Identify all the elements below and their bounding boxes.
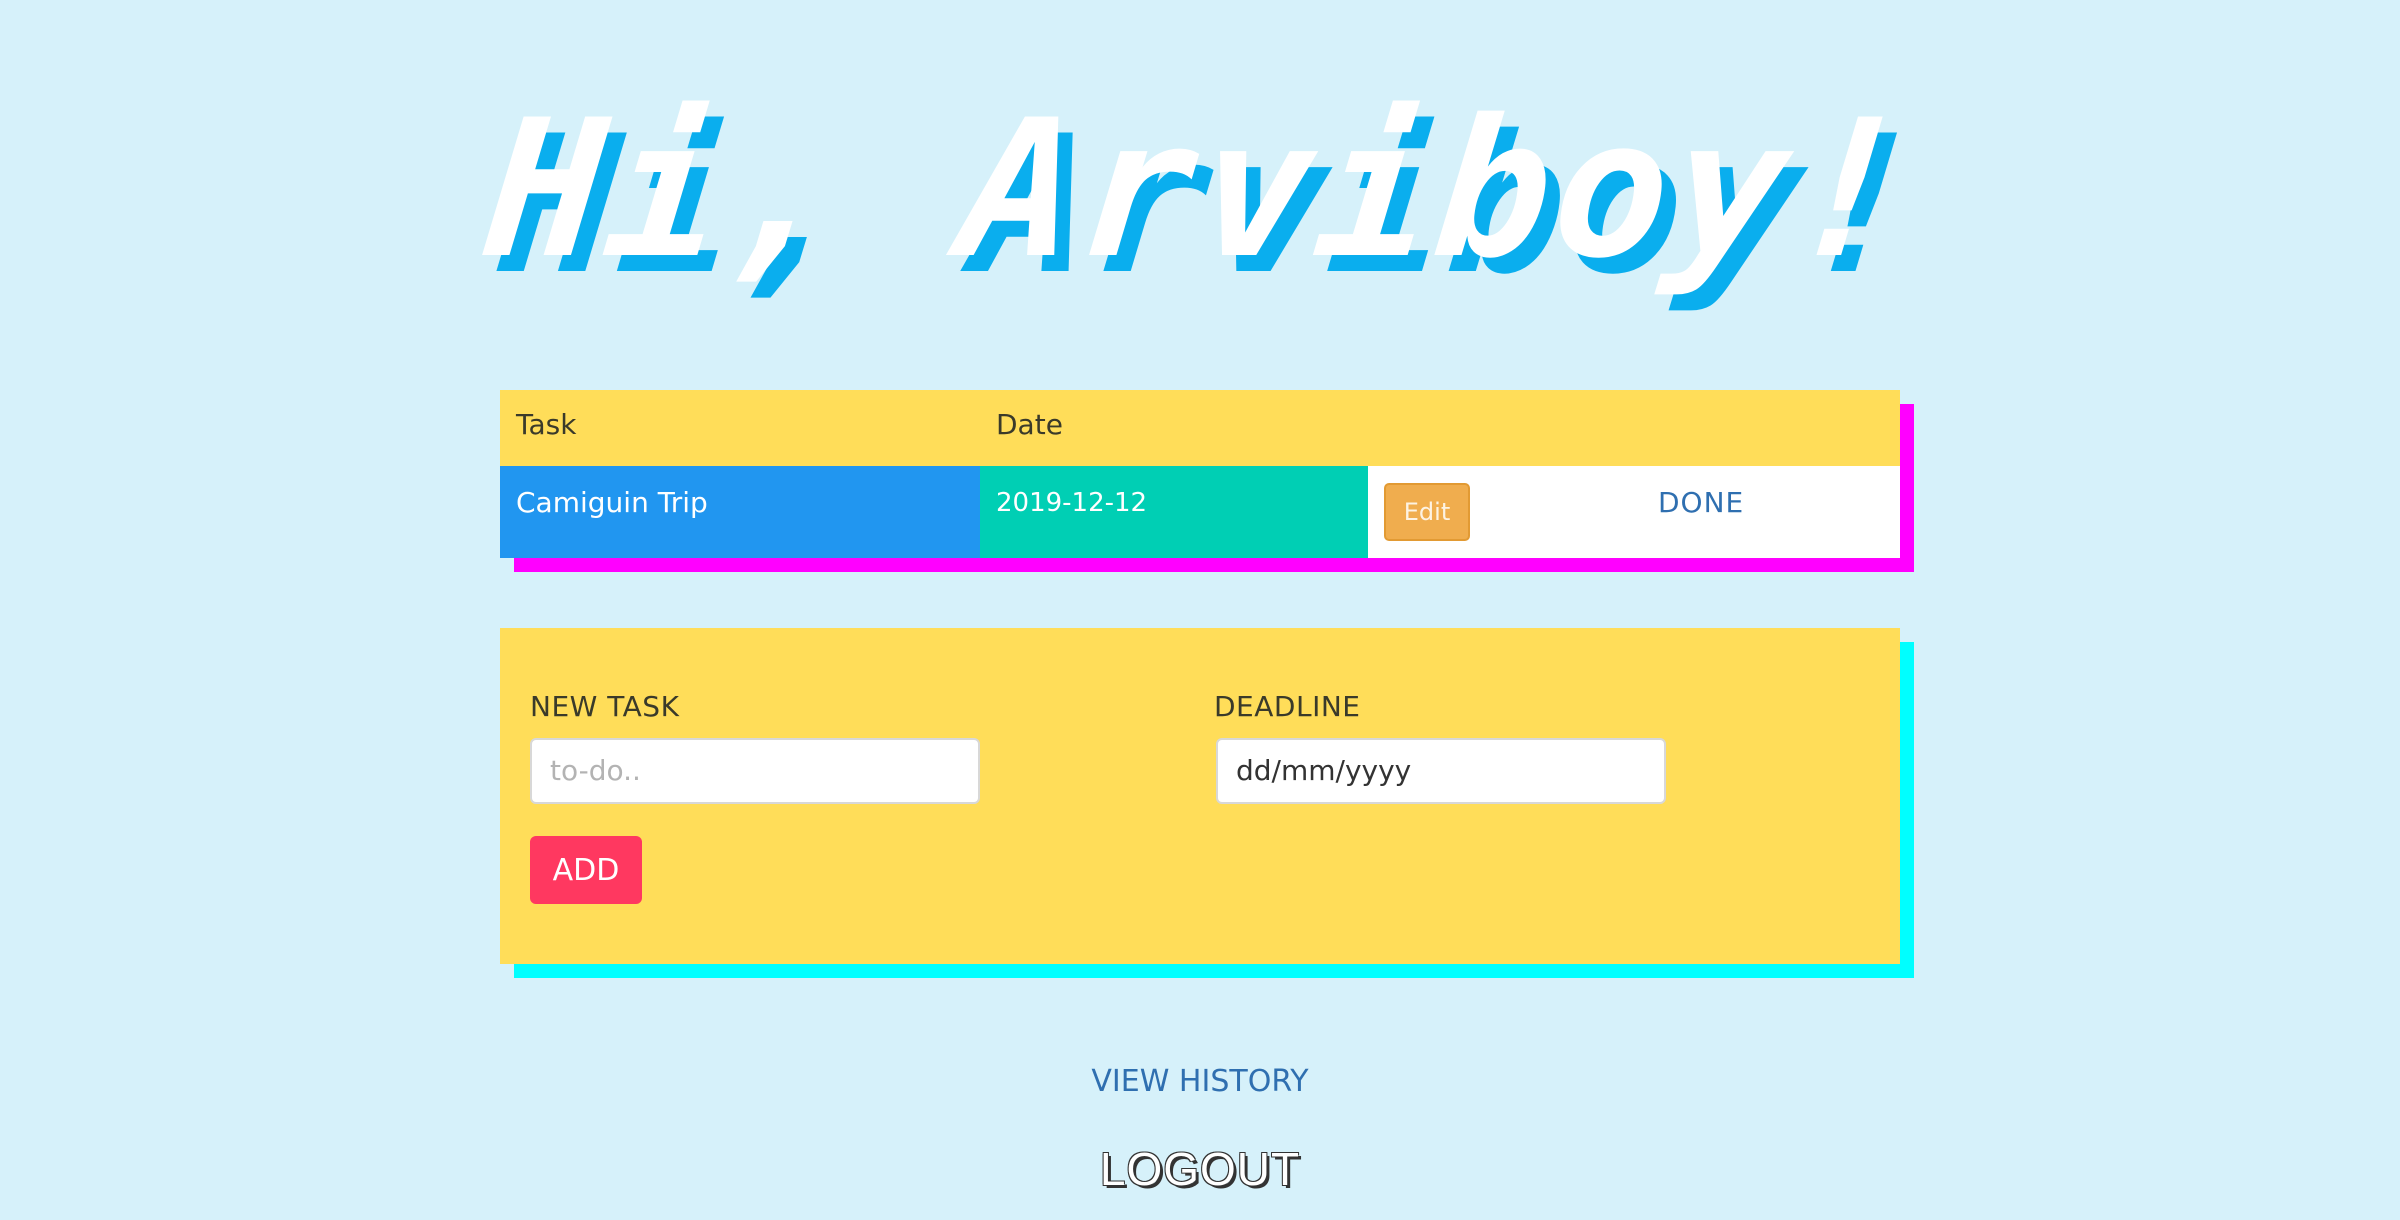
table-header-row: Task Date [500,390,1900,466]
new-task-label: NEW TASK [530,690,680,723]
page: Hi, Arviboy! Task Date Camiguin Trip 201… [0,0,2400,1220]
greeting-heading: Hi, Arviboy! [478,79,1923,300]
logout-label[interactable]: LOGOUT [1100,1143,1300,1195]
new-task-input[interactable]: to-do.. [530,738,980,804]
add-button[interactable]: ADD [530,836,642,904]
done-link[interactable]: DONE [1658,486,1744,519]
deadline-label: DEADLINE [1214,690,1361,723]
actions-cell: Edit DONE [1368,466,1900,558]
edit-button[interactable]: Edit [1384,483,1470,541]
deadline-input[interactable]: dd/mm/yyyy [1216,738,1666,804]
logout-link[interactable]: LOGOUT [0,1142,2400,1196]
view-history-label[interactable]: VIEW HISTORY [1091,1064,1308,1099]
new-task-form: NEW TASK DEADLINE to-do.. dd/mm/yyyy ADD [500,628,1900,964]
table-row: Camiguin Trip 2019-12-12 Edit DONE [500,466,1900,558]
header-date: Date [996,408,1063,441]
date-cell: 2019-12-12 [980,466,1368,558]
task-cell: Camiguin Trip [500,466,980,558]
tasks-table: Task Date Camiguin Trip 2019-12-12 Edit … [500,390,1900,558]
header-task: Task [516,408,577,441]
view-history-link[interactable]: VIEW HISTORY [0,1064,2400,1099]
